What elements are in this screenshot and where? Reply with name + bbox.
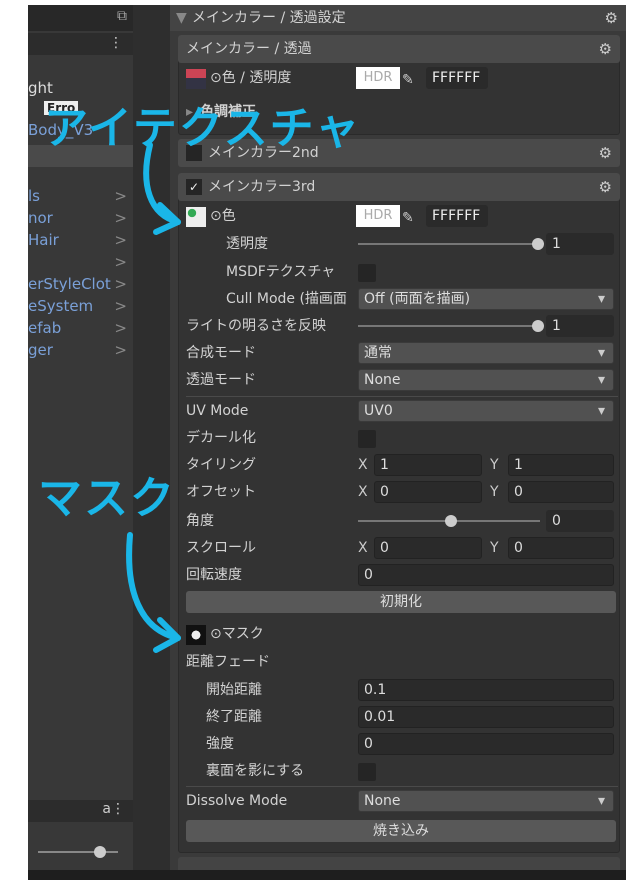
annotation-arrows [126, 142, 181, 653]
arrow-to-mask-icon [126, 532, 181, 641]
